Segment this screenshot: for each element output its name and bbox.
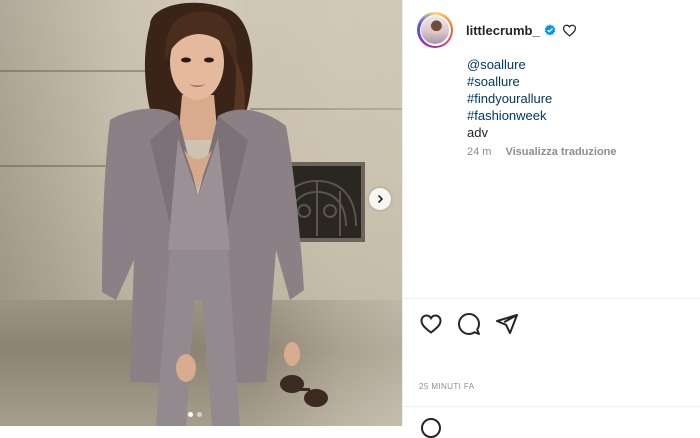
post-caption: @soallure #soallure #findyourallure #fas… bbox=[467, 56, 552, 141]
speech-bubble-icon[interactable] bbox=[457, 312, 481, 336]
username-link[interactable]: littlecrumb_ bbox=[466, 23, 540, 38]
model-figure bbox=[102, 2, 328, 426]
caption-meta: 24 m Visualizza traduzione bbox=[467, 146, 617, 158]
post-header: littlecrumb_ bbox=[417, 12, 577, 48]
post-timestamp: 25 MINUTI FA bbox=[419, 382, 475, 391]
chevron-right-icon bbox=[377, 194, 384, 204]
post-photo[interactable] bbox=[0, 0, 402, 426]
carousel-indicator bbox=[188, 412, 202, 417]
mention-link[interactable]: @soallure bbox=[467, 56, 552, 73]
hashtag-link[interactable]: #soallure bbox=[467, 73, 552, 90]
verified-badge-icon bbox=[544, 24, 555, 36]
hashtag-link[interactable]: #findyourallure bbox=[467, 90, 552, 107]
post-modal: littlecrumb_ @soallure #soallure #findyo… bbox=[0, 0, 700, 438]
hashtag-link[interactable]: #fashionweek bbox=[467, 107, 552, 124]
translate-button[interactable]: Visualizza traduzione bbox=[505, 146, 616, 158]
post-side-panel: littlecrumb_ @soallure #soallure #findyo… bbox=[402, 0, 700, 438]
caption-text: adv bbox=[467, 125, 488, 140]
carousel-dot bbox=[197, 412, 202, 417]
heart-outline-icon[interactable] bbox=[562, 23, 577, 38]
carousel-next-button[interactable] bbox=[369, 188, 391, 210]
avatar-image bbox=[421, 16, 449, 44]
post-actions bbox=[419, 312, 519, 336]
heart-outline-icon[interactable] bbox=[419, 312, 443, 336]
paper-plane-icon[interactable] bbox=[495, 312, 519, 336]
caption-age: 24 m bbox=[467, 146, 492, 158]
divider bbox=[403, 298, 700, 299]
avatar[interactable] bbox=[417, 12, 453, 48]
smiley-icon[interactable] bbox=[421, 418, 441, 438]
divider bbox=[403, 406, 700, 407]
avatar-inner bbox=[419, 14, 451, 46]
carousel-dot-active bbox=[188, 412, 193, 417]
